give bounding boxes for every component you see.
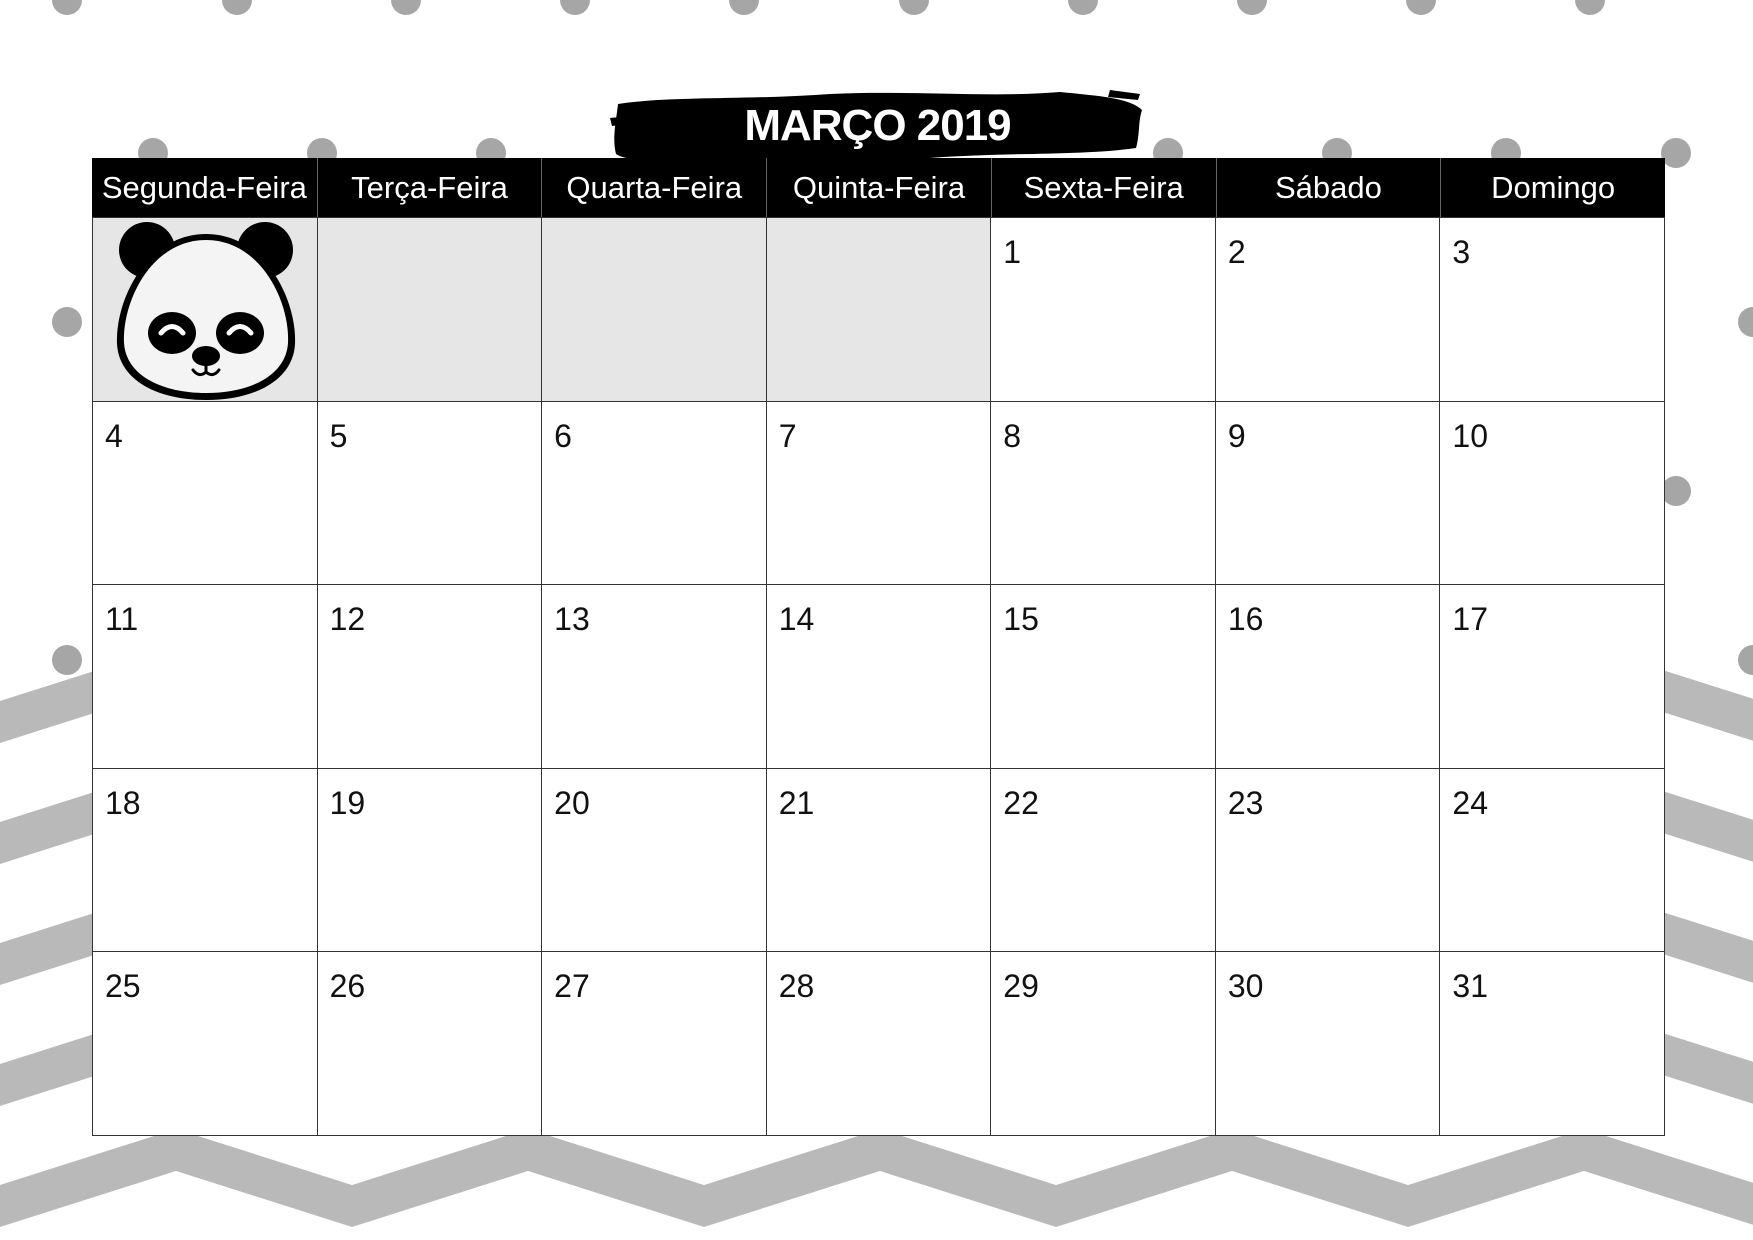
day-cell: 11 bbox=[93, 585, 318, 769]
polka-dot bbox=[899, 0, 929, 15]
day-number: 24 bbox=[1452, 784, 1489, 821]
day-number: 6 bbox=[554, 417, 572, 454]
day-cell: 7 bbox=[766, 401, 992, 586]
polka-dot bbox=[1738, 307, 1753, 337]
title-banner: MARÇO 2019 bbox=[610, 88, 1145, 164]
polka-dot bbox=[222, 0, 252, 15]
day-cell: 31 bbox=[1440, 952, 1665, 1136]
weekday-friday: Sexta-Feira bbox=[990, 158, 1216, 217]
polka-dot bbox=[391, 0, 421, 15]
day-number: 15 bbox=[1003, 601, 1039, 638]
day-number: 27 bbox=[554, 968, 590, 1005]
day-number: 22 bbox=[1003, 784, 1039, 821]
weekday-monday: Segunda-Feira bbox=[101, 170, 307, 205]
day-cell: 13 bbox=[542, 585, 767, 769]
day-cell: 20 bbox=[542, 768, 767, 953]
polka-dot bbox=[1068, 0, 1098, 15]
empty-day-cell bbox=[542, 218, 767, 402]
empty-day-cell bbox=[93, 218, 318, 402]
polka-dot bbox=[52, 645, 82, 675]
day-cell: 28 bbox=[766, 952, 992, 1136]
chevron-stripe bbox=[0, 1129, 1753, 1227]
day-cell: 29 bbox=[991, 952, 1216, 1136]
day-number: 21 bbox=[778, 784, 815, 821]
day-cell: 15 bbox=[991, 585, 1216, 769]
day-cell: 1 bbox=[991, 218, 1216, 402]
calendar-title: MARÇO 2019 bbox=[744, 101, 1011, 150]
day-number: 16 bbox=[1227, 601, 1264, 638]
day-cell: 24 bbox=[1440, 768, 1665, 953]
day-cell: 23 bbox=[1215, 768, 1441, 953]
day-number: 23 bbox=[1227, 784, 1264, 821]
day-cell: 3 bbox=[1440, 218, 1665, 402]
polka-dot bbox=[729, 0, 759, 15]
day-number: 3 bbox=[1452, 234, 1471, 270]
weekday-saturday: Sábado bbox=[1215, 158, 1441, 217]
weekday-sunday: Domingo bbox=[1440, 158, 1665, 217]
panda-face-icon bbox=[116, 222, 296, 400]
day-cell: 8 bbox=[991, 401, 1216, 586]
day-cell: 5 bbox=[317, 401, 543, 586]
day-number: 14 bbox=[778, 601, 815, 638]
day-number: 1 bbox=[1003, 234, 1022, 270]
polka-dot bbox=[1661, 476, 1691, 506]
day-cell: 12 bbox=[317, 585, 543, 769]
day-number: 20 bbox=[554, 784, 590, 821]
day-number: 29 bbox=[1003, 968, 1039, 1005]
day-cell: 26 bbox=[317, 952, 543, 1136]
day-number: 30 bbox=[1227, 968, 1264, 1005]
day-number: 4 bbox=[105, 417, 123, 454]
day-cell: 25 bbox=[93, 952, 318, 1136]
weekday-header: Segunda-Feira Terça-Feira Quarta-Feira Q… bbox=[92, 158, 1665, 217]
day-cell: 19 bbox=[317, 768, 543, 953]
day-number: 7 bbox=[778, 417, 797, 454]
day-number: 12 bbox=[329, 601, 366, 638]
day-cell: 6 bbox=[542, 401, 767, 586]
polka-dot bbox=[52, 0, 82, 15]
day-number: 26 bbox=[329, 968, 366, 1005]
days-grid: 1 2 3 4 5 6 7 8 9 10 11 12 13 14 15 16 17 18 19 20 21 22 23 24 2… bbox=[92, 217, 1665, 1136]
day-number: 10 bbox=[1452, 417, 1489, 454]
polka-dot bbox=[1661, 138, 1691, 168]
day-cell: 22 bbox=[991, 768, 1216, 953]
day-number: 31 bbox=[1452, 968, 1489, 1005]
polka-dot bbox=[1575, 0, 1605, 15]
day-cell: 10 bbox=[1440, 401, 1665, 586]
day-cell: 18 bbox=[93, 768, 318, 953]
day-number: 28 bbox=[778, 968, 815, 1005]
day-cell: 21 bbox=[766, 768, 992, 953]
day-number: 5 bbox=[329, 417, 348, 454]
day-number: 9 bbox=[1227, 417, 1246, 454]
weekday-wednesday: Quarta-Feira bbox=[541, 158, 766, 217]
day-cell: 16 bbox=[1215, 585, 1441, 769]
day-cell: 14 bbox=[766, 585, 992, 769]
day-number: 17 bbox=[1452, 601, 1489, 638]
day-cell: 9 bbox=[1215, 401, 1441, 586]
day-cell: 17 bbox=[1440, 585, 1665, 769]
day-cell: 4 bbox=[93, 401, 318, 586]
polka-dot bbox=[52, 307, 82, 337]
day-cell: 30 bbox=[1215, 952, 1441, 1136]
empty-day-cell bbox=[766, 218, 992, 402]
day-number: 2 bbox=[1227, 234, 1246, 270]
empty-day-cell bbox=[317, 218, 543, 402]
month-calendar: Segunda-Feira Terça-Feira Quarta-Feira Q… bbox=[92, 158, 1665, 1136]
day-number: 25 bbox=[105, 968, 141, 1005]
day-number: 13 bbox=[554, 601, 590, 638]
polka-dot bbox=[1406, 0, 1436, 15]
day-number: 19 bbox=[329, 784, 366, 821]
day-number: 11 bbox=[105, 601, 139, 638]
weekday-tuesday: Terça-Feira bbox=[316, 158, 542, 217]
polka-dot bbox=[560, 0, 590, 15]
day-cell: 27 bbox=[542, 952, 767, 1136]
weekday-thursday: Quinta-Feira bbox=[766, 158, 991, 217]
polka-dot bbox=[1237, 0, 1267, 15]
polka-dot bbox=[1738, 645, 1753, 675]
day-number: 8 bbox=[1003, 417, 1022, 454]
day-cell: 2 bbox=[1215, 218, 1441, 402]
day-number: 18 bbox=[105, 784, 141, 821]
